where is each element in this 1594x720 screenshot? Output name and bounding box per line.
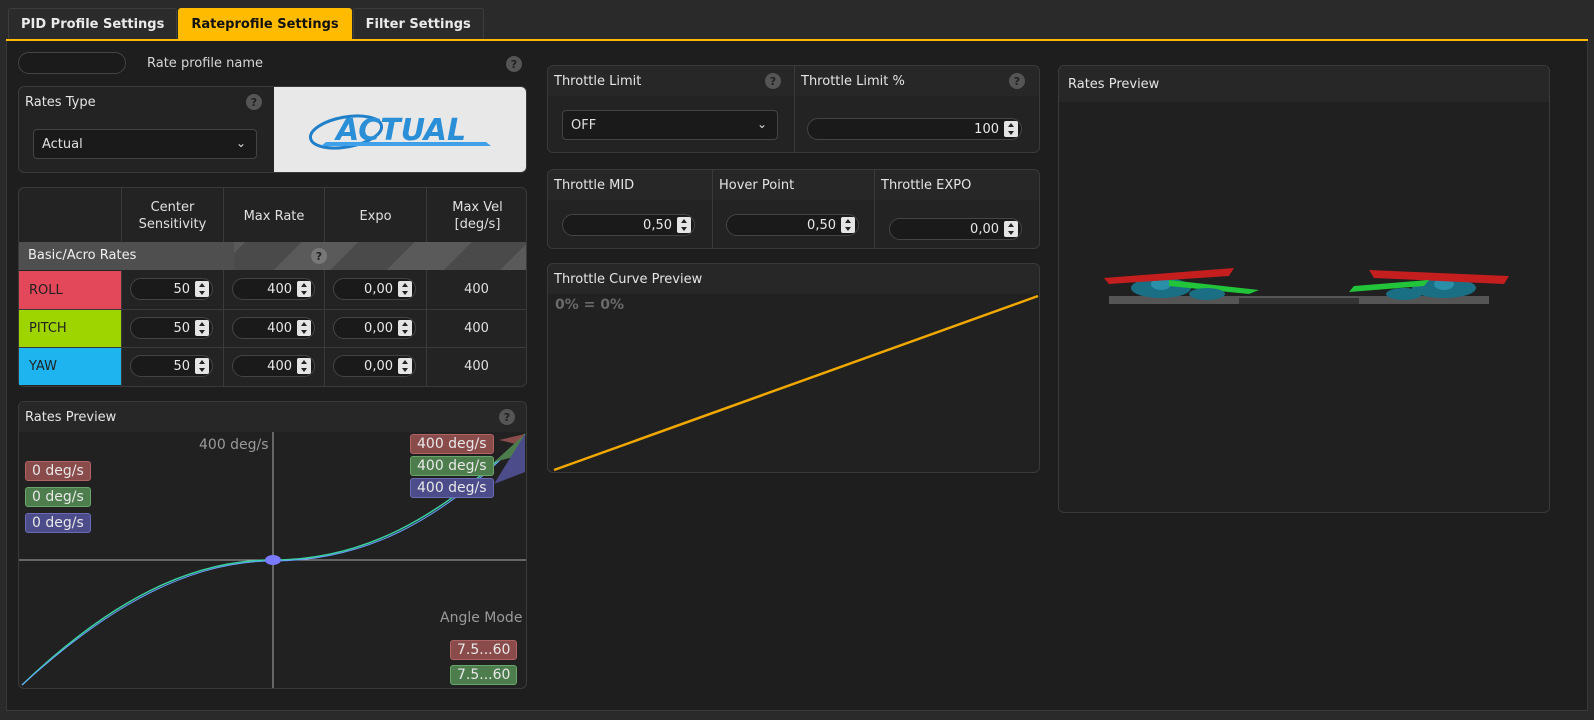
- quad-model-icon: [1104, 268, 1509, 304]
- logo-text: ACTUAL: [334, 113, 466, 148]
- rates-preview-help-icon[interactable]: [499, 409, 515, 425]
- stepper-icon[interactable]: [195, 358, 209, 374]
- stepper-icon[interactable]: [398, 281, 412, 297]
- yaw-max-rate-badge: 400 deg/s: [410, 478, 494, 498]
- header-max-vel: Max Vel [deg/s]: [452, 200, 503, 232]
- throttle-mid-input[interactable]: 0,50: [562, 214, 695, 236]
- throttle-limit-selected: OFF: [571, 117, 597, 133]
- row-yaw-label: YAW: [19, 347, 121, 385]
- header-expo: Expo: [359, 209, 392, 224]
- rates-preview-3d-header: Rates Preview: [1059, 66, 1549, 102]
- header-center-sensitivity: Center Sensitivity: [138, 200, 207, 232]
- roll-current-rate: 0 deg/s: [25, 461, 91, 481]
- chevron-down-icon: ⌄: [756, 117, 767, 131]
- rates-type-logo: ACTUAL: [274, 87, 526, 172]
- pitch-expo-input[interactable]: 0,00: [333, 317, 416, 339]
- rates-preview-3d-panel: Rates Preview: [1058, 65, 1550, 513]
- pitch-current-rate: 0 deg/s: [25, 487, 91, 507]
- rate-profile-name-label: Rate profile name: [147, 56, 264, 71]
- tab-content: Rate profile name Rates Type Actual ⌄ AC…: [6, 41, 1588, 711]
- rates-type-selected: Actual: [42, 136, 83, 152]
- yaw-max-rate-input[interactable]: 400: [232, 355, 315, 377]
- throttle-limit-header: Throttle Limit: [548, 66, 794, 96]
- stepper-icon[interactable]: [841, 217, 855, 233]
- pitch-max-rate-badge: 400 deg/s: [410, 456, 494, 476]
- row-roll-label: ROLL: [19, 271, 121, 309]
- header-max-rate: Max Rate: [243, 209, 305, 224]
- rates-type-help-icon[interactable]: [246, 94, 262, 110]
- throttle-settings-panel: Throttle MID Hover Point Throttle EXPO 0…: [547, 169, 1040, 249]
- pitch-max-rate-input[interactable]: 400: [232, 317, 315, 339]
- rates-preview-3d-title: Rates Preview: [1068, 76, 1160, 92]
- throttle-expo-header: Throttle EXPO: [875, 170, 1039, 200]
- tab-pid-profile[interactable]: PID Profile Settings: [8, 8, 178, 39]
- throttle-limit-pct-input[interactable]: 100: [807, 118, 1022, 140]
- yaw-center-input[interactable]: 50: [130, 355, 213, 377]
- roll-max-rate-badge: 400 deg/s: [410, 434, 494, 454]
- section-help-icon[interactable]: [311, 248, 327, 264]
- throttle-limit-label: Throttle Limit: [554, 73, 642, 89]
- throttle-curve-header: Throttle Curve Preview: [548, 264, 1039, 294]
- stepper-icon[interactable]: [1004, 121, 1018, 137]
- roll-center-input[interactable]: 50: [130, 278, 213, 300]
- stepper-icon[interactable]: [195, 320, 209, 336]
- stepper-icon[interactable]: [297, 281, 311, 297]
- section-header-bar: Basic/Acro Rates: [19, 242, 526, 270]
- angle-mode-label: Angle Mode: [440, 610, 523, 626]
- rates-type-panel: Rates Type Actual ⌄ ACTUAL: [18, 86, 527, 173]
- rate-profile-name-input[interactable]: [18, 52, 126, 74]
- angle-pitch-badge: 7.5...60: [450, 665, 518, 685]
- throttle-limit-help-icon[interactable]: [765, 73, 781, 89]
- rates-preview-title: Rates Preview: [25, 409, 117, 425]
- throttle-expo-input[interactable]: 0,00: [889, 218, 1022, 240]
- yaw-max-vel: 400: [464, 359, 489, 374]
- throttle-curve-chart: [553, 294, 1039, 472]
- hover-point-label: Hover Point: [719, 177, 795, 193]
- throttle-limit-pct-help-icon[interactable]: [1009, 73, 1025, 89]
- rates-type-select[interactable]: Actual ⌄: [33, 129, 257, 159]
- section-header-label: Basic/Acro Rates: [28, 248, 137, 263]
- angle-roll-badge: 7.5...60: [450, 640, 518, 660]
- throttle-curve-panel: Throttle Curve Preview 0% = 0%: [547, 263, 1040, 473]
- rates-preview-panel: Rates Preview 400 deg/s 0 deg/s 0 deg/s …: [18, 401, 527, 689]
- tab-bar: PID Profile Settings Rateprofile Setting…: [8, 8, 485, 39]
- stepper-icon[interactable]: [398, 320, 412, 336]
- roll-max-rate-input[interactable]: 400: [232, 278, 315, 300]
- actual-logo-icon: ACTUAL: [308, 113, 491, 150]
- rate-profile-name-help-icon[interactable]: [506, 56, 522, 72]
- throttle-expo-label: Throttle EXPO: [881, 177, 972, 193]
- pitch-center-input[interactable]: 50: [130, 317, 213, 339]
- stepper-icon[interactable]: [677, 217, 691, 233]
- tab-rateprofile[interactable]: Rateprofile Settings: [178, 8, 352, 39]
- row-pitch-label: PITCH: [19, 309, 121, 347]
- throttle-limit-select[interactable]: OFF ⌄: [562, 110, 778, 140]
- tab-filter-settings[interactable]: Filter Settings: [352, 8, 484, 39]
- stepper-icon[interactable]: [195, 281, 209, 297]
- throttle-mid-header: Throttle MID: [548, 170, 712, 200]
- throttle-limit-pct-header: Throttle Limit %: [795, 66, 1039, 96]
- throttle-mid-label: Throttle MID: [554, 177, 635, 193]
- yaw-expo-input[interactable]: 0,00: [333, 355, 416, 377]
- chevron-down-icon: ⌄: [235, 136, 246, 150]
- roll-max-vel: 400: [464, 282, 489, 297]
- stepper-icon[interactable]: [297, 358, 311, 374]
- yaw-current-rate: 0 deg/s: [25, 513, 91, 533]
- throttle-limit-panel: Throttle Limit Throttle Limit % OFF ⌄ 10…: [547, 65, 1040, 153]
- hover-point-input[interactable]: 0,50: [726, 214, 859, 236]
- rates-type-label: Rates Type: [25, 95, 96, 110]
- stepper-icon[interactable]: [1004, 221, 1018, 237]
- stepper-icon[interactable]: [297, 320, 311, 336]
- stepper-icon[interactable]: [398, 358, 412, 374]
- hover-point-header: Hover Point: [713, 170, 874, 200]
- rates-preview-header: Rates Preview: [19, 402, 526, 432]
- roll-expo-input[interactable]: 0,00: [333, 278, 416, 300]
- throttle-curve-title: Throttle Curve Preview: [554, 271, 703, 287]
- pitch-max-vel: 400: [464, 321, 489, 336]
- throttle-limit-pct-label: Throttle Limit %: [801, 73, 905, 89]
- max-rate-label: 400 deg/s: [199, 437, 269, 453]
